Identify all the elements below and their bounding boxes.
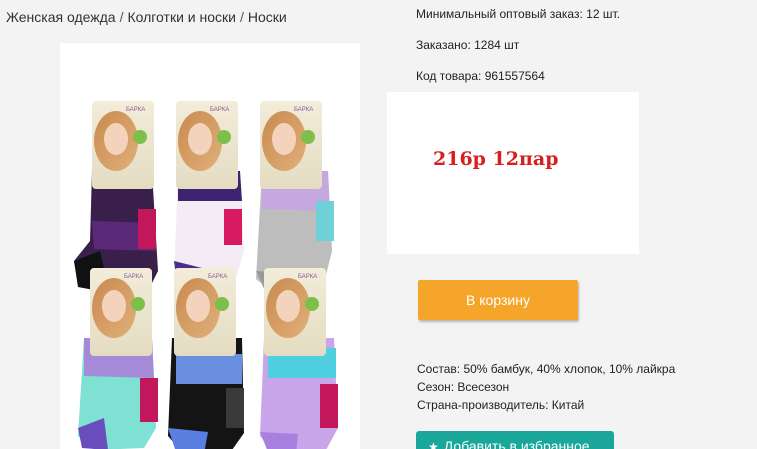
sock-pack-lilac-cyan: БАРКА [260, 268, 338, 449]
breadcrumb-link-socks[interactable]: Носки [248, 9, 287, 25]
spec-value: Всесезон [457, 380, 510, 394]
spec-composition: Состав: 50% бамбук, 40% хлопок, 10% лайкр… [417, 362, 675, 376]
breadcrumb-link-tights-socks[interactable]: Колготки и носки [127, 9, 236, 25]
sock-brand-label: БАРКА [210, 107, 229, 113]
product-code-text: Код товара: 961557564 [416, 69, 545, 83]
sock-pack-purple-white: БАРКА [174, 101, 244, 295]
sock-brand-label: БАРКА [298, 274, 317, 280]
spec-value: Китай [551, 398, 585, 412]
star-icon: ★ [428, 439, 439, 449]
sock-brand-label: БАРКА [124, 274, 143, 280]
sock-brand-label: БАРКА [126, 107, 145, 113]
spec-season: Сезон: Всесезон [417, 380, 509, 394]
sock-pack-purple-black: БАРКА [74, 101, 158, 293]
sock-pack-grey-lilac: БАРКА [256, 101, 334, 295]
breadcrumb: Женская одежда / Колготки и носки / Носки [6, 9, 287, 25]
sock-pack-black-blue: БАРКА [168, 268, 244, 449]
min-order-text: Минимальный оптовый заказ: 12 шт. [416, 7, 620, 21]
ordered-count-text: Заказано: 1284 шт [416, 38, 520, 52]
spec-label: Состав: [417, 362, 461, 376]
product-photo[interactable]: БАРКА БАРКА БАРКА БАРКА БАРКА БАРКА [60, 43, 360, 449]
spec-label: Сезон: [417, 380, 455, 394]
spec-label: Страна-производитель: [417, 398, 549, 412]
add-to-favorites-button[interactable]: ★ Добавить в избранное [416, 431, 614, 449]
spec-country: Страна-производитель: Китай [417, 398, 584, 412]
add-to-cart-button[interactable]: В корзину [418, 280, 578, 320]
breadcrumb-link-womens-clothing[interactable]: Женская одежда [6, 9, 116, 25]
price-note-text: 216р 12пар [433, 148, 559, 170]
price-note-box: 216р 12пар [387, 92, 639, 254]
spec-value: 50% бамбук, 40% хлопок, 10% лайкра [463, 362, 676, 376]
sock-pack-mint-lilac: БАРКА [78, 268, 158, 449]
sock-brand-label: БАРКА [208, 274, 227, 280]
add-to-favorites-label: Добавить в избранное [443, 437, 590, 449]
breadcrumb-separator: / [119, 9, 124, 25]
product-page: Женская одежда / Колготки и носки / Носки [0, 0, 757, 449]
product-photo-illustration: БАРКА БАРКА БАРКА БАРКА БАРКА БАРКА [74, 101, 338, 449]
breadcrumb-separator: / [239, 9, 244, 25]
sock-brand-label: БАРКА [294, 107, 313, 113]
